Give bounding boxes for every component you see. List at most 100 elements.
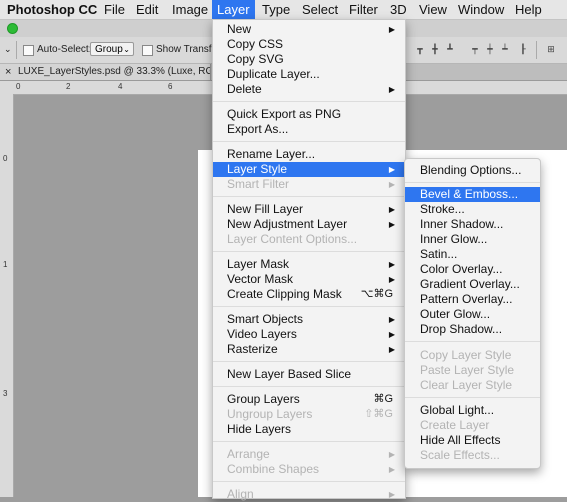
menu-item-copy-css[interactable]: Copy CSS — [213, 37, 405, 52]
menu-select[interactable]: Select — [302, 0, 338, 19]
menu-item-new-layer-based-slice[interactable]: New Layer Based Slice — [213, 367, 405, 382]
menu-item-layer-mask[interactable]: Layer Mask ▶ — [213, 257, 405, 272]
auto-select-checkbox[interactable] — [23, 45, 34, 56]
ruler-label: 0 — [16, 82, 21, 91]
menu-filter[interactable]: Filter — [349, 0, 378, 19]
show-transform-label: Show Transfor — [156, 44, 221, 55]
menu-item-vector-mask[interactable]: Vector Mask ▶ — [213, 272, 405, 287]
distribute-left-icon[interactable]: ┠ — [518, 43, 528, 56]
close-icon[interactable]: × — [5, 64, 11, 80]
menu-separator — [405, 341, 540, 342]
distribute-vcenter-icon[interactable]: ┿ — [485, 43, 495, 56]
submenu-item-clear-layer-style: Clear Layer Style — [420, 378, 513, 392]
vertical-ruler: 0 1 3 — [0, 94, 14, 497]
menu-help[interactable]: Help — [515, 0, 542, 19]
menu-bar: Photoshop CC File Edit Image Layer Type … — [0, 0, 567, 20]
options-divider — [16, 41, 17, 59]
submenu-item-inner-shadow[interactable]: Inner Shadow... — [405, 217, 540, 232]
menu-item-create-clipping-mask[interactable]: Create Clipping Mask ⌥⌘G — [213, 287, 405, 302]
menu-item-layer-content-options: Layer Content Options... — [227, 232, 358, 246]
submenu-arrow-icon: ▶ — [388, 205, 395, 214]
submenu-arrow-icon: ▶ — [388, 260, 395, 269]
submenu-item-bevel-emboss[interactable]: Bevel & Emboss... — [405, 187, 540, 202]
menu-item-duplicate-layer[interactable]: Duplicate Layer... — [213, 67, 405, 82]
menu-window[interactable]: Window — [458, 0, 504, 19]
auto-align-icon[interactable]: ⊞ — [546, 43, 556, 56]
submenu-arrow-icon: ▶ — [388, 330, 395, 339]
auto-select-label: Auto-Select: — [37, 44, 92, 55]
menu-item-rasterize[interactable]: Rasterize ▶ — [213, 342, 405, 357]
submenu-item-outer-glow[interactable]: Outer Glow... — [405, 307, 540, 322]
submenu-item-pattern-overlay[interactable]: Pattern Overlay... — [405, 292, 540, 307]
submenu-arrow-icon: ▶ — [388, 25, 395, 34]
ruler-label: 6 — [168, 82, 173, 91]
submenu-arrow-icon: ▶ — [388, 85, 395, 94]
submenu-item-global-light[interactable]: Global Light... — [405, 403, 540, 418]
menu-layer[interactable]: Layer — [212, 0, 255, 19]
submenu-arrow-icon: ▶ — [388, 490, 395, 499]
submenu-item-color-overlay[interactable]: Color Overlay... — [405, 262, 540, 277]
ruler-label: 0 — [3, 154, 8, 163]
menu-item-smart-filter: Smart Filter ▶ — [227, 177, 395, 191]
show-transform-checkbox[interactable] — [142, 45, 153, 56]
menu-separator — [405, 182, 540, 183]
auto-select-dropdown[interactable]: Group ⌄ — [90, 42, 134, 56]
align-vcenter-icon[interactable]: ╋ — [430, 43, 440, 56]
submenu-item-copy-layer-style: Copy Layer Style — [420, 348, 512, 362]
distribute-bottom-icon[interactable]: ┷ — [500, 43, 510, 56]
menu-item-export-as[interactable]: Export As... — [213, 122, 405, 137]
menu-item-copy-svg[interactable]: Copy SVG — [213, 52, 405, 67]
submenu-arrow-icon: ▶ — [388, 165, 395, 174]
align-bottom-icon[interactable]: ┻ — [445, 43, 455, 56]
menu-item-new[interactable]: New ▶ — [213, 22, 405, 37]
menu-item-delete[interactable]: Delete ▶ — [213, 82, 405, 97]
menu-item-smart-objects[interactable]: Smart Objects ▶ — [213, 312, 405, 327]
distribute-top-icon[interactable]: ┯ — [470, 43, 480, 56]
chevron-down-icon: ⌄ — [123, 45, 130, 54]
menu-separator — [213, 361, 405, 362]
menu-app-photoshop[interactable]: Photoshop CC — [7, 0, 97, 19]
menu-image[interactable]: Image — [172, 0, 208, 19]
auto-select-value: Group — [95, 44, 123, 55]
menu-separator — [213, 441, 405, 442]
menu-item-video-layers[interactable]: Video Layers ▶ — [213, 327, 405, 342]
window-zoom-button[interactable] — [7, 23, 18, 34]
menu-item-quick-export-png[interactable]: Quick Export as PNG — [213, 107, 405, 122]
menu-separator — [213, 101, 405, 102]
layer-menu: New ▶ Copy CSS Copy SVG Duplicate Layer..… — [212, 19, 406, 501]
submenu-item-inner-glow[interactable]: Inner Glow... — [405, 232, 540, 247]
tool-preset-chevron-icon[interactable]: ⌄ — [4, 44, 12, 55]
submenu-arrow-icon: ▶ — [388, 275, 395, 284]
shortcut-label: ⌘G — [373, 393, 393, 405]
menu-edit[interactable]: Edit — [136, 0, 158, 19]
align-top-icon[interactable]: ┳ — [415, 43, 425, 56]
menu-separator — [213, 251, 405, 252]
menu-type[interactable]: Type — [262, 0, 290, 19]
menu-separator — [405, 397, 540, 398]
menu-item-hide-layers[interactable]: Hide Layers — [213, 422, 405, 437]
menu-view[interactable]: View — [419, 0, 447, 19]
submenu-item-satin[interactable]: Satin... — [405, 247, 540, 262]
ruler-label: 1 — [3, 260, 8, 269]
ruler-label: 4 — [118, 82, 123, 91]
submenu-item-hide-all-effects[interactable]: Hide All Effects — [405, 433, 540, 448]
submenu-item-create-layer: Create Layer — [420, 418, 490, 432]
menu-item-combine-shapes: Combine Shapes ▶ — [227, 462, 395, 476]
submenu-item-blending-options[interactable]: Blending Options... — [405, 163, 540, 178]
submenu-arrow-icon: ▶ — [388, 345, 395, 354]
layer-style-submenu: Blending Options... Bevel & Emboss... St… — [404, 158, 541, 469]
menu-item-rename-layer[interactable]: Rename Layer... — [213, 147, 405, 162]
menu-item-new-fill-layer[interactable]: New Fill Layer ▶ — [213, 202, 405, 217]
menu-separator — [213, 386, 405, 387]
menu-file[interactable]: File — [104, 0, 125, 19]
document-tab[interactable]: × LUXE_LayerStyles.psd @ 33.3% (Luxe, RG… — [0, 64, 211, 80]
shortcut-label: ⌥⌘G — [360, 288, 393, 300]
submenu-arrow-icon: ▶ — [388, 450, 395, 459]
menu-3d[interactable]: 3D — [390, 0, 407, 19]
menu-item-new-adjustment-layer[interactable]: New Adjustment Layer ▶ — [213, 217, 405, 232]
submenu-item-stroke[interactable]: Stroke... — [405, 202, 540, 217]
submenu-item-drop-shadow[interactable]: Drop Shadow... — [405, 322, 540, 337]
menu-item-layer-style[interactable]: Layer Style ▶ — [213, 162, 405, 177]
submenu-item-gradient-overlay[interactable]: Gradient Overlay... — [405, 277, 540, 292]
menu-item-group-layers[interactable]: Group Layers ⌘G — [213, 392, 405, 407]
